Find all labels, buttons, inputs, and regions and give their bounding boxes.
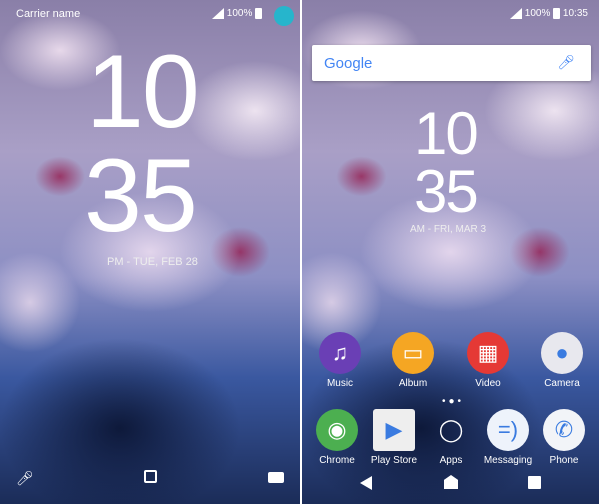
app-label: Album [398,378,428,389]
music-icon: ♫ [319,332,361,374]
back-button[interactable] [360,476,372,490]
home-screen: 100% 10:35 Google 🎤︎ 10 35 AM - FRI, MAR… [302,0,599,504]
app-album[interactable]: ▭ Album [381,332,445,389]
clock-hour: 10 [86,34,200,150]
battery-icon [255,8,263,19]
status-icons: 100% [212,8,263,20]
app-label: Music [326,378,354,389]
album-icon: ▭ [392,332,434,374]
clock-minute: 35 [84,138,198,254]
app-video[interactable]: ▦ Video [456,332,520,389]
app-label: Chrome [319,455,355,466]
clock-minute: 35 [414,158,479,225]
messaging-icon: =) [487,409,529,451]
status-icons: 100% 10:35 [510,8,588,19]
app-phone[interactable]: ✆ Phone [532,409,596,466]
app-messaging[interactable]: =) Messaging [476,409,540,466]
app-music[interactable]: ♫ Music [308,332,372,389]
user-avatar-icon[interactable] [274,6,294,26]
carrier-name: Carrier name [16,8,81,20]
lock-date: PM - TUE, FEB 28 [107,256,198,268]
battery-percent: 100% [226,8,253,20]
status-time: 10:35 [562,8,588,20]
signal-icon [510,8,522,19]
phone-icon: ✆ [543,409,585,451]
play-store-icon: ▶ [373,409,415,451]
signal-icon [212,8,224,19]
app-label: Video [475,378,501,389]
app-label: Play Store [370,455,418,466]
app-play-store[interactable]: ▶ Play Store [362,409,426,466]
google-search-bar[interactable]: Google 🎤︎ [312,45,591,81]
voice-search-icon[interactable]: 🎤︎ [557,54,575,71]
google-logo: Google [324,55,373,72]
lock-screen: Carrier name 100% 10 35 PM - TUE, FEB 28… [0,0,300,504]
camera-icon[interactable] [268,472,284,483]
apps-icon: ◯ [438,417,464,442]
video-icon: ▦ [467,332,509,374]
home-button[interactable] [444,475,458,489]
app-label: Camera [544,378,580,389]
app-chrome[interactable]: ◉ Chrome [305,409,369,466]
unlock-icon[interactable] [144,470,157,483]
recents-button[interactable] [528,476,541,489]
camera-icon: ● [541,332,583,374]
microphone-icon[interactable]: 🎤︎ [16,470,34,487]
chrome-icon: ◉ [316,409,358,451]
clock-hour: 10 [414,100,479,167]
page-indicator[interactable]: •●• [442,396,464,407]
home-date: AM - FRI, MAR 3 [410,224,487,235]
battery-percent: 100% [524,8,551,20]
app-label: Phone [549,455,579,466]
battery-icon [553,8,561,19]
app-label: Messaging [483,455,533,466]
app-apps[interactable]: ◯ Apps [419,409,483,466]
app-label: Apps [439,455,463,466]
app-camera[interactable]: ● Camera [530,332,594,389]
